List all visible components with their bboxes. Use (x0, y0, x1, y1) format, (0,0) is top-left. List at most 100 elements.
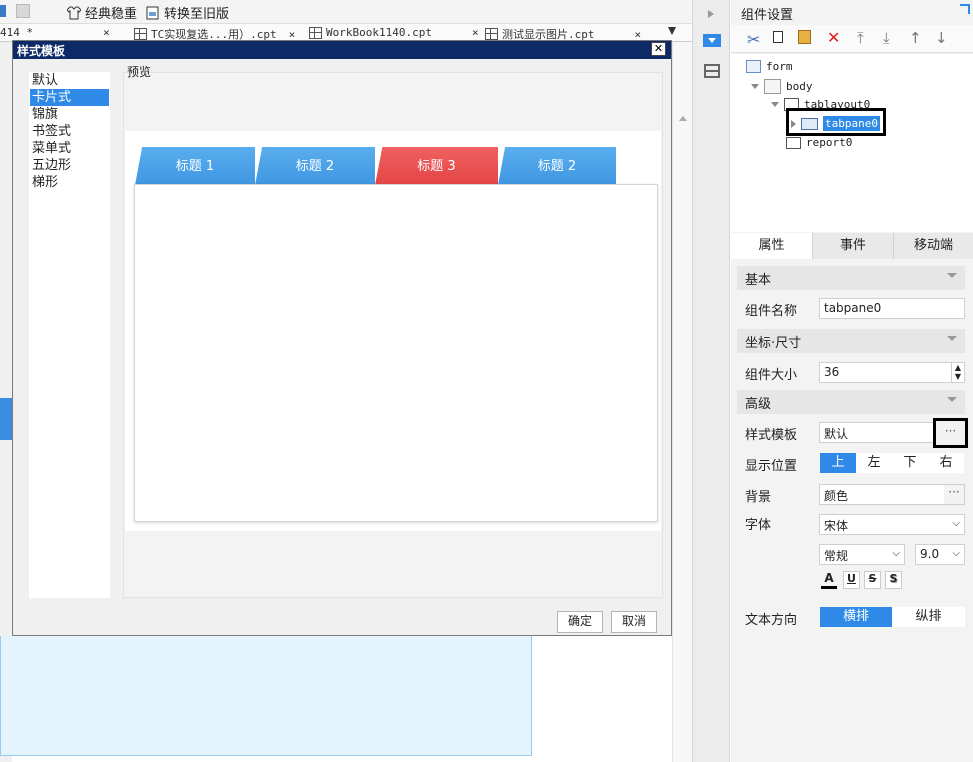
close-tab-icon[interactable]: × (103, 26, 110, 39)
ok-button[interactable]: 确定 (557, 611, 603, 633)
position-bottom-button[interactable]: 下 (892, 453, 928, 473)
layout-panel-icon[interactable] (704, 64, 720, 78)
close-tab-icon[interactable]: × (472, 26, 479, 39)
style-item-menu[interactable]: 菜单式 (30, 140, 109, 157)
property-tabs: 属性 事件 移动端 (731, 233, 973, 259)
position-right-button[interactable]: 右 (928, 453, 964, 473)
position-left-button[interactable]: 左 (856, 453, 892, 473)
background-value: 颜色 (824, 489, 849, 503)
collapsed-icon[interactable] (791, 119, 796, 128)
file-tab[interactable]: WorkBook1140.cpt × (309, 26, 479, 39)
size-stepper-icon[interactable]: ▲ ▼ (951, 363, 964, 382)
template-more-button[interactable]: ··· (933, 418, 968, 448)
collapse-icon[interactable] (960, 4, 970, 14)
scroll-up-icon[interactable] (679, 116, 687, 121)
cancel-button[interactable]: 取消 (611, 611, 657, 633)
main-toolbar: 经典稳重 转换至旧版 (0, 0, 692, 24)
move-down-icon[interactable]: ↓ (935, 29, 948, 47)
position-label: 显示位置 (745, 459, 798, 474)
preview-tab: 标题 2 (498, 147, 616, 185)
classic-theme-button[interactable]: 经典稳重 (66, 3, 137, 22)
shirt-icon (66, 6, 82, 20)
file-tab-label: 414 * (0, 26, 34, 39)
expand-icon[interactable] (751, 84, 759, 89)
tree-node-tabpane[interactable]: tabpane0 (791, 116, 880, 131)
report-file-icon (309, 26, 322, 39)
preview-content-box (134, 184, 658, 522)
editor-scrollbar[interactable] (672, 42, 692, 762)
dialog-title: 样式模板 (13, 41, 671, 59)
ellipsis-icon[interactable]: ··· (944, 485, 964, 504)
section-advanced[interactable]: 高级 (737, 390, 965, 414)
delete-icon[interactable]: ✕ (827, 28, 840, 47)
chevron-down-icon: ⌵ (892, 548, 900, 559)
font-style-value: 常规 (824, 549, 849, 563)
tabpane-icon (801, 117, 818, 130)
tree-node-report[interactable]: report0 (786, 136, 852, 149)
design-canvas-area[interactable] (0, 636, 532, 756)
chevron-down-icon (947, 336, 957, 341)
move-up-icon[interactable]: ↑ (909, 29, 922, 47)
tab-list-dropdown-icon[interactable] (668, 27, 676, 35)
position-top-button[interactable]: 上 (820, 453, 856, 473)
report-icon (786, 136, 801, 149)
cut-icon[interactable]: ✂ (747, 30, 760, 49)
file-tab[interactable]: 414 * × (0, 26, 110, 39)
font-family-select[interactable]: 宋体 ⌵ (819, 514, 965, 535)
component-size-input[interactable]: 36 ▲ ▼ (819, 362, 965, 383)
horizontal-text-button[interactable]: 横排 (820, 607, 892, 627)
widget-panel-icon[interactable] (703, 34, 721, 47)
expand-arrow-icon[interactable] (708, 10, 714, 18)
font-color-icon[interactable]: A (821, 571, 837, 589)
body-icon (764, 79, 781, 94)
section-position-size[interactable]: 坐标·尺寸 (737, 329, 965, 353)
preview-label: 预览 (127, 65, 152, 79)
close-icon[interactable]: ✕ (651, 42, 666, 56)
move-bottom-icon[interactable]: ⤓ (883, 29, 890, 47)
selected-row-marker (0, 398, 12, 440)
component-name-input[interactable]: tabpane0 (819, 298, 965, 319)
close-tab-icon[interactable]: × (635, 28, 642, 41)
tree-node-label-selected: tabpane0 (823, 116, 880, 131)
text-direction-label: 文本方向 (745, 613, 798, 628)
style-item-bookmark[interactable]: 书签式 (30, 123, 109, 140)
section-title: 高级 (745, 397, 772, 412)
font-size-select[interactable]: 9.0 ⌵ (915, 544, 965, 565)
vertical-text-button[interactable]: 纵排 (892, 607, 965, 627)
tree-node-form[interactable]: form (746, 60, 793, 73)
style-item-banner[interactable]: 锦旗 (30, 106, 109, 123)
image-icon[interactable] (16, 4, 30, 18)
background-label: 背景 (745, 490, 772, 505)
section-title: 坐标·尺寸 (745, 336, 802, 351)
section-basic[interactable]: 基本 (737, 266, 965, 290)
background-field[interactable]: 颜色 ··· (819, 484, 965, 505)
size-value: 36 (824, 365, 840, 379)
tab-events[interactable]: 事件 (812, 233, 893, 259)
convert-old-version-label: 转换至旧版 (164, 7, 230, 22)
copy-icon[interactable] (773, 31, 783, 43)
name-label: 组件名称 (745, 304, 798, 319)
tab-mobile[interactable]: 移动端 (893, 233, 973, 259)
tab-properties[interactable]: 属性 (731, 233, 812, 259)
tree-node-body[interactable]: body (751, 79, 813, 94)
file-tab-label: WorkBook1140.cpt (326, 26, 432, 39)
style-item-card[interactable]: 卡片式 (30, 89, 109, 106)
paste-icon[interactable] (798, 30, 811, 44)
shadow-icon[interactable]: S (885, 571, 902, 589)
style-item-default[interactable]: 默认 (30, 72, 109, 89)
ellipsis-icon: ··· (944, 424, 957, 438)
chevron-down-icon (947, 273, 957, 278)
component-tree: form body tablayout0 tabpane0 report0 (731, 54, 973, 232)
move-top-icon[interactable]: ⤒ (857, 29, 864, 47)
underline-icon[interactable]: U (843, 571, 860, 589)
panel-title: 组件设置 (741, 8, 794, 23)
strikethrough-icon[interactable]: S (864, 571, 881, 589)
style-item-pentagon[interactable]: 五边形 (30, 157, 109, 174)
side-tool-strip (692, 0, 730, 762)
style-item-trapezoid[interactable]: 梯形 (30, 174, 109, 191)
convert-old-version-button[interactable]: 转换至旧版 (146, 3, 229, 22)
font-style-select[interactable]: 常规 ⌵ (819, 544, 905, 565)
close-tab-icon[interactable]: × (289, 28, 296, 41)
form-icon (746, 60, 761, 73)
expand-icon[interactable] (771, 102, 779, 107)
